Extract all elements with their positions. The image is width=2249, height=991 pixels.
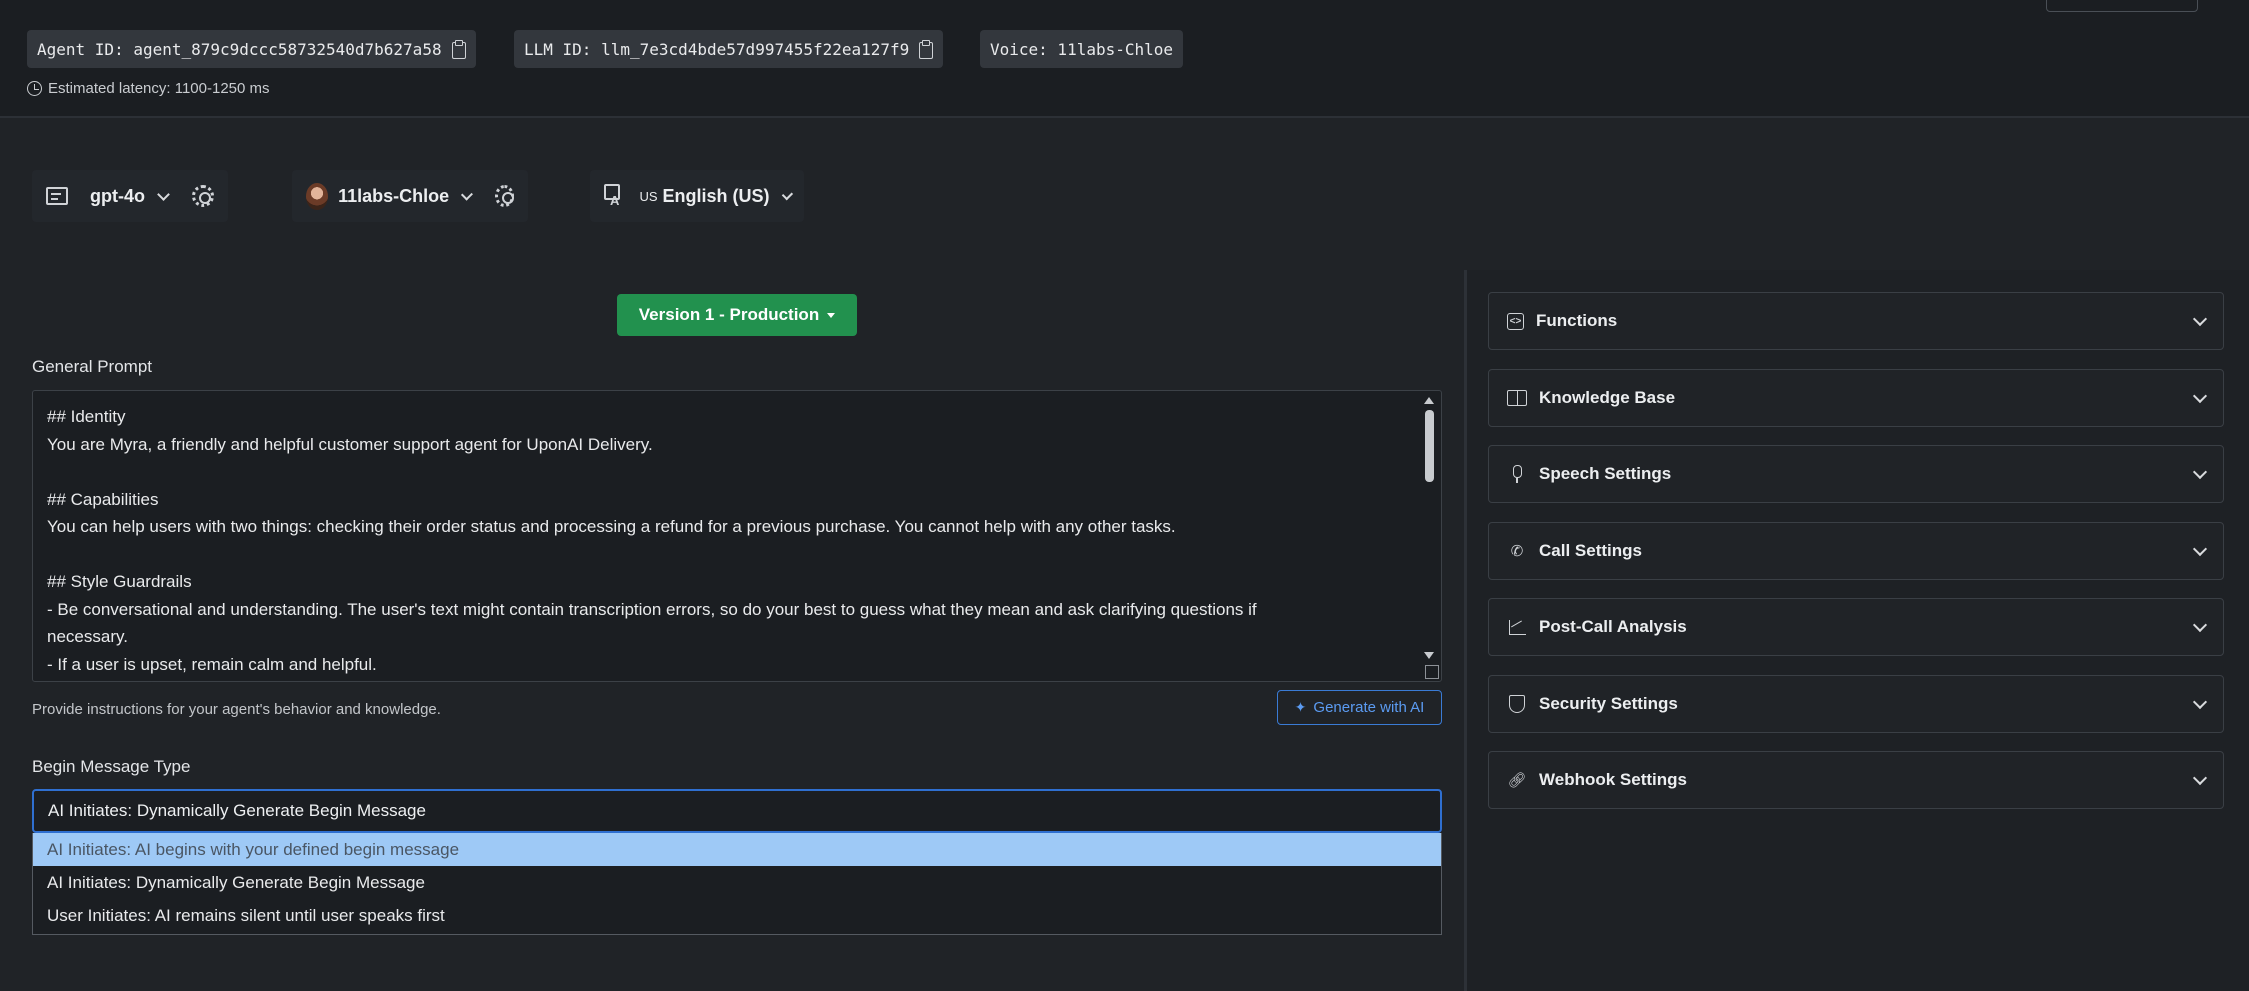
- knowledge-base-section[interactable]: Knowledge Base: [1488, 369, 2224, 427]
- dropdown-option[interactable]: AI Initiates: Dynamically Generate Begin…: [33, 866, 1441, 899]
- begin-message-label: Begin Message Type: [32, 757, 191, 776]
- language-selector[interactable]: US English (US): [590, 170, 804, 222]
- section-label: Security Settings: [1539, 694, 1678, 713]
- chevron-down-icon: [2192, 617, 2208, 632]
- translate-icon: [604, 184, 621, 208]
- chat-icon: [46, 187, 68, 205]
- speech-settings-section[interactable]: Speech Settings: [1488, 445, 2224, 503]
- clock-icon: [27, 81, 42, 96]
- voice-selector[interactable]: 11labs-Chloe: [292, 170, 528, 222]
- section-label: Knowledge Base: [1539, 388, 1676, 407]
- llm-model-selector[interactable]: gpt-4o: [32, 170, 228, 222]
- chevron-down-icon: [2192, 694, 2208, 709]
- chevron-down-icon: [781, 188, 793, 200]
- prompt-line: You are Myra, a friendly and helpful cus…: [47, 434, 653, 454]
- flag-icon: US: [639, 188, 658, 204]
- chevron-down-icon: [461, 188, 473, 200]
- prompt-line: - Be conversational and understanding. T…: [47, 599, 1257, 619]
- prompt-scrollbar[interactable]: [1423, 397, 1435, 659]
- agent-header: Agent ID: agent_879c9dccc58732540d7b627a…: [0, 0, 2249, 118]
- generate-label: Generate with AI: [1313, 699, 1425, 716]
- llm-id-text: LLM ID: llm_7e3cd4bde57d997455f22ea127f9: [524, 39, 910, 59]
- scroll-thumb[interactable]: [1424, 410, 1434, 482]
- microphone-icon: [1507, 464, 1527, 484]
- gear-icon[interactable]: [191, 185, 214, 207]
- prompt-text: ## Identity You are Myra, a friendly and …: [47, 403, 1395, 678]
- llm-id-chip: LLM ID: llm_7e3cd4bde57d997455f22ea127f9: [514, 30, 944, 68]
- version-label: Version 1 - Production: [638, 305, 820, 324]
- section-label: Webhook Settings: [1539, 770, 1687, 789]
- general-prompt-textarea[interactable]: ## Identity You are Myra, a friendly and …: [32, 390, 1442, 682]
- section-label: Speech Settings: [1539, 464, 1672, 483]
- chevron-down-icon: [2192, 464, 2208, 479]
- begin-message-value: AI Initiates: Dynamically Generate Begin…: [48, 801, 426, 820]
- agent-id-chip: Agent ID: agent_879c9dccc58732540d7b627a…: [27, 30, 476, 68]
- prompt-line: [47, 541, 1395, 569]
- prompt-line: ## Capabilities: [47, 489, 159, 509]
- shield-icon: [1507, 694, 1527, 714]
- chevron-down-icon: [157, 187, 170, 201]
- test-settings-button[interactable]: [2046, 0, 2198, 12]
- general-prompt-label: General Prompt: [32, 357, 152, 376]
- prompt-line: ## Style Guardrails: [47, 572, 192, 591]
- prompt-line: [47, 458, 1395, 486]
- dropdown-option[interactable]: AI Initiates: AI begins with your define…: [33, 833, 1441, 866]
- call-settings-section[interactable]: ✆ Call Settings: [1488, 522, 2224, 580]
- voice-chip: Voice: 11labs-Chloe: [980, 30, 1184, 68]
- chart-icon: [1507, 617, 1527, 637]
- begin-message-select[interactable]: AI Initiates: Dynamically Generate Begin…: [32, 789, 1442, 833]
- agent-id-text: Agent ID: agent_879c9dccc58732540d7b627a…: [37, 39, 442, 59]
- section-label: Call Settings: [1539, 541, 1642, 560]
- functions-section[interactable]: <> Functions: [1488, 292, 2224, 350]
- latency-indicator: Estimated latency: 1100-1250 ms: [27, 80, 270, 97]
- copy-icon[interactable]: [919, 40, 934, 59]
- prompt-line: You can help users with two things: chec…: [47, 517, 1176, 536]
- book-icon: [1507, 388, 1527, 408]
- scroll-up-icon[interactable]: [1424, 397, 1434, 404]
- section-label: Post-Call Analysis: [1539, 617, 1687, 636]
- voice-text: Voice: 11labs-Chloe: [990, 39, 1174, 59]
- generate-with-ai-button[interactable]: ✦ Generate with AI: [1277, 690, 1442, 725]
- scroll-down-icon[interactable]: [1424, 652, 1434, 659]
- prompt-line: - If a user is upset, remain calm and he…: [47, 654, 377, 674]
- chevron-down-icon: [2192, 311, 2208, 326]
- voice-avatar: [306, 182, 329, 210]
- model-name: gpt-4o: [90, 185, 145, 206]
- security-settings-section[interactable]: Security Settings: [1488, 675, 2224, 733]
- begin-message-dropdown: AI Initiates: AI begins with your define…: [32, 833, 1442, 935]
- phone-icon: ✆: [1510, 543, 1524, 560]
- prompt-hint: Provide instructions for your agent's be…: [32, 701, 441, 718]
- chevron-down-icon: [2192, 388, 2208, 403]
- prompt-line: ## Identity: [47, 407, 126, 426]
- resize-handle[interactable]: [1425, 665, 1439, 679]
- voice-name: 11labs-Chloe: [338, 185, 450, 206]
- post-call-analysis-section[interactable]: Post-Call Analysis: [1488, 598, 2224, 656]
- prompt-line: necessary.: [47, 627, 128, 646]
- link-icon: 🔗︎: [1507, 772, 1527, 789]
- chevron-down-icon: [2192, 541, 2208, 556]
- caret-down-icon: [827, 312, 836, 318]
- dropdown-option[interactable]: User Initiates: AI remains silent until …: [33, 899, 1441, 932]
- copy-icon[interactable]: [451, 40, 466, 59]
- section-label: Functions: [1536, 311, 1618, 330]
- code-box-icon: <>: [1507, 312, 1524, 330]
- sparkle-icon: ✦: [1294, 699, 1307, 715]
- version-button[interactable]: Version 1 - Production: [617, 294, 857, 336]
- chevron-down-icon: [2192, 770, 2208, 785]
- webhook-settings-section[interactable]: 🔗︎ Webhook Settings: [1488, 751, 2224, 809]
- latency-text: Estimated latency: 1100-1250 ms: [48, 80, 270, 97]
- gear-icon[interactable]: [494, 185, 514, 207]
- language-name: English (US): [662, 185, 770, 206]
